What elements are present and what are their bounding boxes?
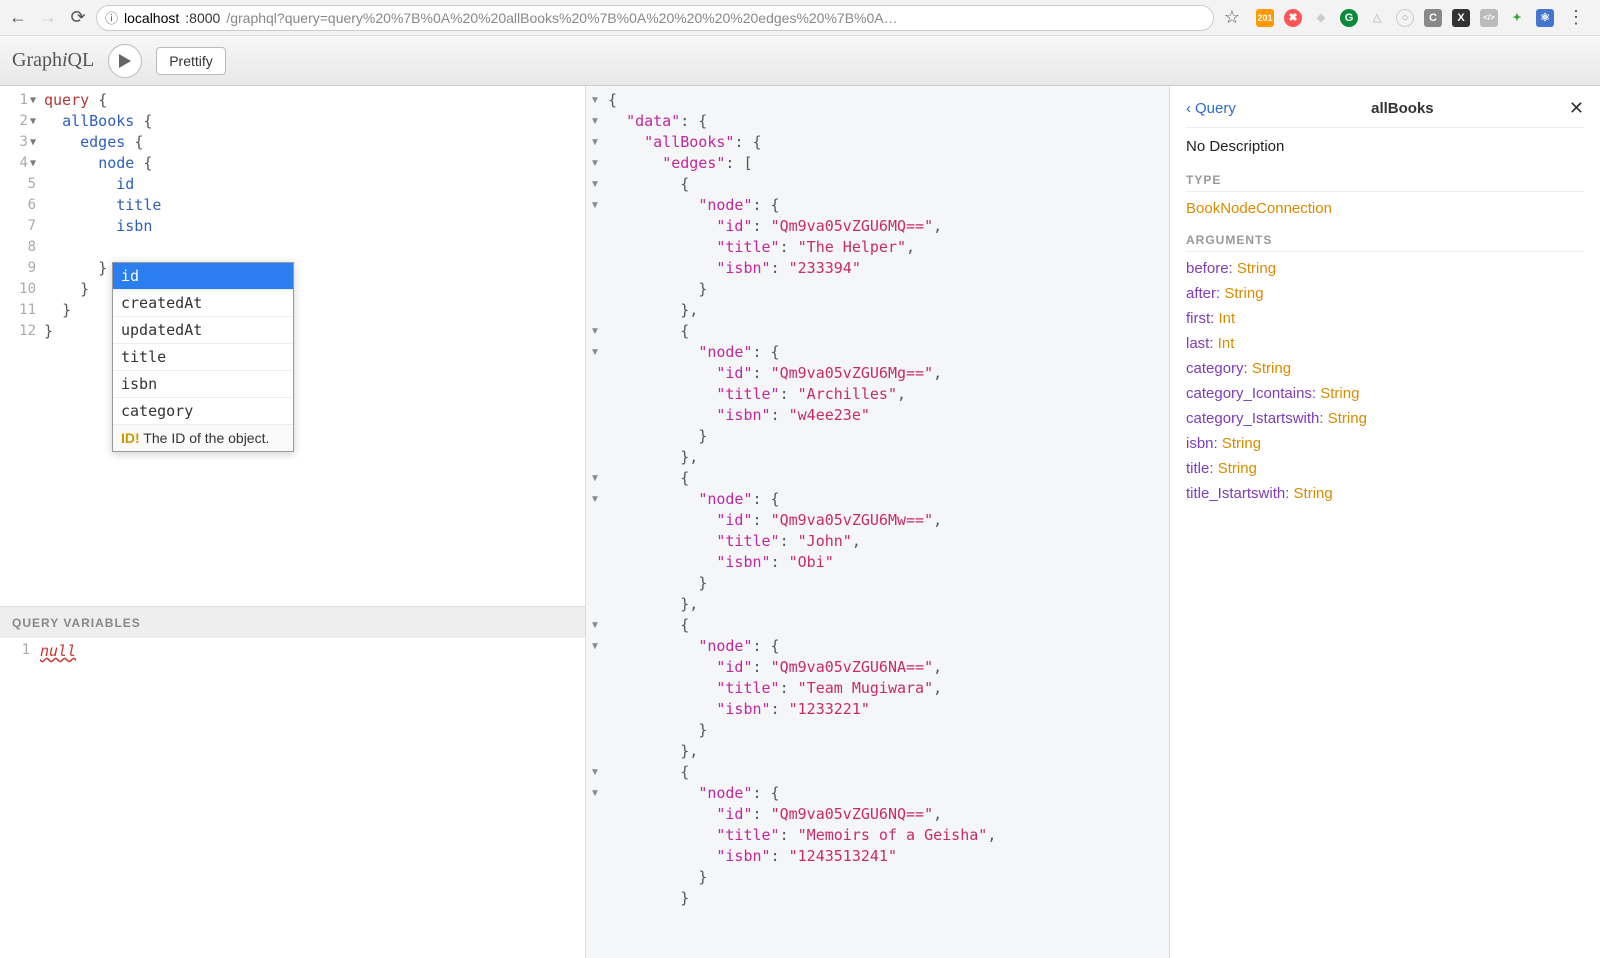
docs-type-label: TYPE — [1186, 173, 1584, 192]
docs-argument-row[interactable]: before: String — [1186, 260, 1584, 277]
docs-argument-row[interactable]: after: String — [1186, 285, 1584, 302]
docs-argument-row[interactable]: last: Int — [1186, 335, 1584, 352]
ext-icon-turtle[interactable]: ✦ — [1508, 9, 1526, 27]
ext-icon-c[interactable]: C — [1424, 9, 1442, 27]
docs-header: ‹ Query allBooks ✕ — [1186, 98, 1584, 128]
ext-icon-6[interactable]: ○ — [1396, 9, 1414, 27]
url-path: /graphql?query=query%20%7B%0A%20%20allBo… — [226, 10, 897, 26]
docs-close-button[interactable]: ✕ — [1569, 98, 1584, 119]
result-fold-gutter: ▼▼▼▼▼▼▼▼▼▼▼▼▼▼ — [586, 90, 604, 804]
ext-icon-react[interactable]: ⚛ — [1536, 9, 1554, 27]
query-variables-header[interactable]: QUERY VARIABLES — [0, 606, 585, 638]
autocomplete-item-id[interactable]: id — [113, 263, 293, 290]
result-pane: ▼▼▼▼▼▼▼▼▼▼▼▼▼▼ { "data": { "allBooks": {… — [586, 86, 1170, 958]
docs-argument-row[interactable]: first: Int — [1186, 310, 1584, 327]
prettify-button[interactable]: Prettify — [156, 47, 226, 75]
ext-icon-3[interactable]: ◆ — [1312, 9, 1330, 27]
bookmark-star-icon[interactable]: ☆ — [1220, 6, 1244, 30]
docs-argument-row[interactable]: category_Istartswith: String — [1186, 410, 1584, 427]
docs-current-title: allBooks — [1371, 100, 1434, 117]
ext-icon-grammarly[interactable]: G — [1340, 9, 1358, 27]
docs-argument-row[interactable]: category: String — [1186, 360, 1584, 377]
docs-no-description: No Description — [1186, 138, 1584, 155]
ext-icon-5[interactable]: △ — [1368, 9, 1386, 27]
autocomplete-item-createdAt[interactable]: createdAt — [113, 290, 293, 317]
url-port: :8000 — [185, 10, 220, 26]
autocomplete-description: ID! The ID of the object. — [113, 425, 293, 451]
docs-type-link[interactable]: BookNodeConnection — [1186, 200, 1584, 217]
graphiql-toolbar: GraphiQL Prettify — [0, 36, 1600, 86]
autocomplete-item-title[interactable]: title — [113, 344, 293, 371]
browser-chrome: ← → ⟳ ⓘ localhost :8000/graphql?query=que… — [0, 0, 1600, 36]
browser-menu-icon[interactable]: ⋮ — [1564, 6, 1588, 30]
play-icon — [119, 54, 131, 68]
autocomplete-item-isbn[interactable]: isbn — [113, 371, 293, 398]
docs-pane: ‹ Query allBooks ✕ No Description TYPE B… — [1170, 86, 1600, 958]
extension-icons: 201 ✖ ◆ G △ ○ C X </> ✦ ⚛ ⋮ — [1250, 6, 1594, 30]
autocomplete-item-category[interactable]: category — [113, 398, 293, 425]
docs-arguments-list: before: String after: String first: Int las… — [1186, 260, 1584, 502]
vars-line-gutter: 1 — [0, 642, 30, 658]
ext-icon-code[interactable]: </> — [1480, 9, 1498, 27]
docs-back-button[interactable]: ‹ Query — [1186, 100, 1236, 117]
ext-icon-1[interactable]: 201 — [1256, 9, 1274, 27]
query-variables-editor[interactable]: 1 null — [0, 638, 585, 958]
back-button[interactable]: ← — [6, 6, 30, 30]
site-info-icon[interactable]: ⓘ — [105, 8, 118, 27]
result-json[interactable]: { "data": { "allBooks": { "edges": [ { "… — [608, 90, 996, 909]
query-editor-pane: 1▼ 2▼ 3▼ 4▼ 5 6 7 8 9 10 11 12 query { a… — [0, 86, 586, 958]
docs-argument-row[interactable]: isbn: String — [1186, 435, 1584, 452]
ext-icon-2[interactable]: ✖ — [1284, 9, 1302, 27]
autocomplete-item-updatedAt[interactable]: updatedAt — [113, 317, 293, 344]
forward-button[interactable]: → — [36, 6, 60, 30]
ext-icon-x[interactable]: X — [1452, 9, 1470, 27]
docs-argument-row[interactable]: title_Istartswith: String — [1186, 485, 1584, 502]
docs-argument-row[interactable]: category_Icontains: String — [1186, 385, 1584, 402]
autocomplete-popup: id createdAt updatedAt title isbn catego… — [112, 262, 294, 452]
line-gutter: 1▼ 2▼ 3▼ 4▼ 5 6 7 8 9 10 11 12 — [0, 86, 40, 342]
query-editor[interactable]: 1▼ 2▼ 3▼ 4▼ 5 6 7 8 9 10 11 12 query { a… — [0, 86, 585, 606]
reload-button[interactable]: ⟳ — [66, 6, 90, 30]
url-host: localhost — [124, 10, 179, 26]
vars-null-value: null — [40, 642, 76, 660]
docs-arguments-label: ARGUMENTS — [1186, 233, 1584, 252]
execute-button[interactable] — [108, 44, 142, 78]
graphiql-logo: GraphiQL — [12, 49, 94, 72]
docs-argument-row[interactable]: title: String — [1186, 460, 1584, 477]
address-bar[interactable]: ⓘ localhost :8000/graphql?query=query%20%… — [96, 5, 1214, 31]
